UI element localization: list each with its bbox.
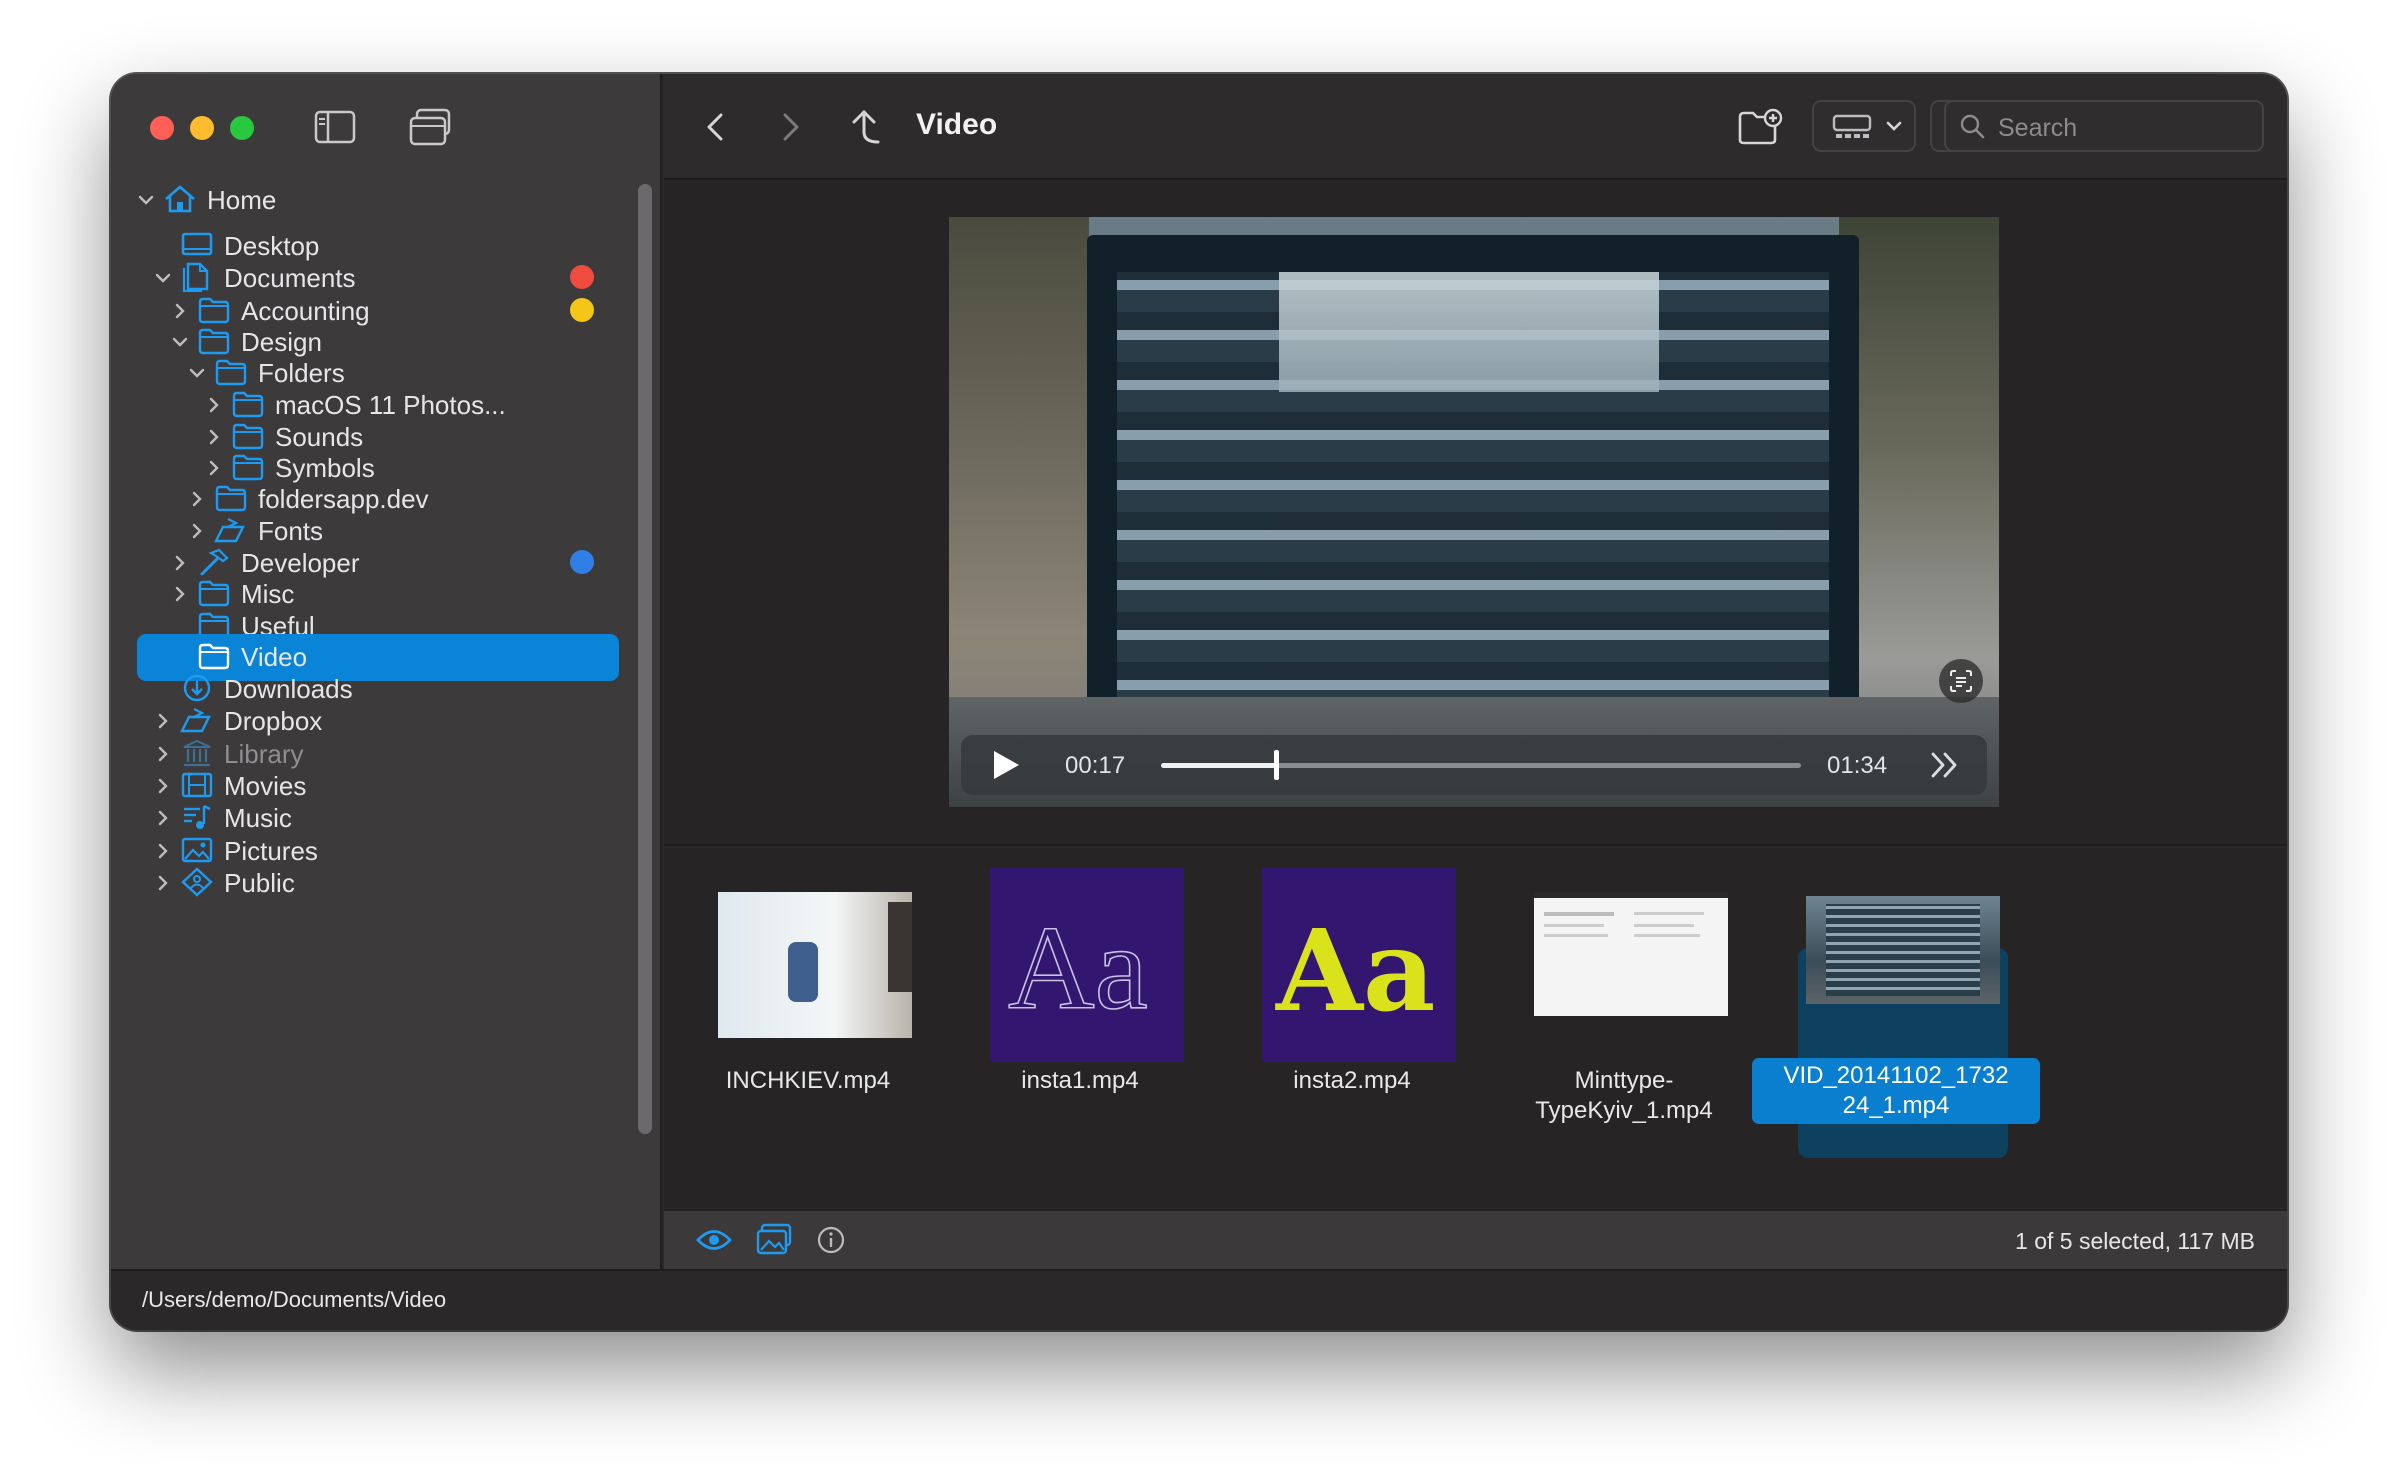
sidebar-item-label: Public <box>224 868 295 898</box>
chevron-right-icon[interactable] <box>154 712 172 730</box>
file-name: insta1.mp4 <box>1021 1067 1139 1094</box>
gallery-view-icon <box>1832 114 1872 138</box>
svg-text:Aa: Aa <box>1008 901 1148 1034</box>
file-name: Minttype- TypeKyiv_1.mp4 <box>1535 1067 1713 1124</box>
path-bar[interactable]: /Users/demo/Documents/Video <box>111 1269 2287 1330</box>
fast-forward-icon[interactable] <box>1929 751 1961 779</box>
video-preview[interactable]: 00:17 01:34 <box>949 217 1999 807</box>
zoom-button[interactable] <box>230 116 254 140</box>
chevron-right-icon[interactable] <box>154 874 172 892</box>
sidebar: Home Desktop Documents Accounting Design Fold… <box>111 74 662 1269</box>
sidebar-item-home[interactable]: Home <box>111 175 641 224</box>
sidebar-item-public[interactable]: Public <box>111 858 641 907</box>
live-text-icon <box>1950 670 1972 692</box>
gallery-preview-icon[interactable] <box>756 1223 792 1255</box>
window-controls <box>150 116 254 140</box>
chevron-right-icon[interactable] <box>154 809 172 827</box>
forward-icon[interactable] <box>778 112 802 142</box>
chevron-down-icon[interactable] <box>154 269 172 287</box>
sidebar-toggle-icon[interactable] <box>314 110 356 144</box>
file-name: VID_20141102_1732 24_1.mp4 <box>1752 1058 2040 1124</box>
minimize-button[interactable] <box>190 116 214 140</box>
sidebar-item-label: Home <box>207 185 277 215</box>
house-icon <box>165 185 195 213</box>
file-thumbnail: Aa <box>990 868 1184 1062</box>
duration: 01:34 <box>1827 752 1888 779</box>
quick-look-eye-icon[interactable] <box>696 1227 732 1253</box>
chevron-down-icon[interactable] <box>137 191 155 209</box>
font-glyph-solid: Aa <box>1275 906 1435 1037</box>
sidebar-scrollbar[interactable] <box>638 184 652 1134</box>
preview-pane: 00:17 01:34 <box>664 182 2287 846</box>
selection-status: 1 of 5 selected, 117 MB <box>2015 1228 2255 1254</box>
playback-controls: 00:17 01:34 <box>961 735 1987 795</box>
svg-text:Aa: Aa <box>1275 906 1435 1037</box>
view-mode-button[interactable] <box>1812 100 1916 152</box>
play-icon[interactable] <box>991 749 1021 781</box>
up-icon[interactable] <box>850 108 884 146</box>
scrubber-progress <box>1161 763 1277 768</box>
path-text: /Users/demo/Documents/Video <box>142 1287 447 1312</box>
close-button[interactable] <box>150 116 174 140</box>
file-name: INCHKIEV.mp4 <box>725 1067 891 1094</box>
back-icon[interactable] <box>704 112 728 142</box>
font-glyph-outline: Aa <box>1007 900 1149 1035</box>
current-time: 00:17 <box>1065 752 1126 779</box>
search-icon <box>1960 114 1985 139</box>
file-thumbnail <box>1806 896 2000 1004</box>
public-icon <box>181 867 213 897</box>
info-icon[interactable] <box>816 1225 846 1255</box>
file-name: insta2.mp4 <box>1293 1067 1411 1094</box>
search-field[interactable]: Search <box>1944 100 2264 152</box>
file-thumbnail: Aa <box>1262 868 1456 1062</box>
file-strip: INCHKIEV.mp4 Aa insta1.mp4 Aa insta2.mp4 <box>664 848 2287 1208</box>
tabs-overview-icon[interactable] <box>409 108 453 146</box>
finder-window: Home Desktop Documents Accounting Design Fold… <box>111 74 2287 1330</box>
new-folder-icon[interactable] <box>1737 108 1783 146</box>
scrubber-handle[interactable] <box>1274 750 1280 780</box>
status-bar: 1 of 5 selected, 117 MB <box>664 1209 2287 1269</box>
live-text-button[interactable] <box>1939 659 1983 703</box>
chevron-down-icon <box>1886 121 1902 131</box>
folder-title: Video <box>916 108 998 141</box>
toolbar: Video Search <box>664 74 2287 180</box>
video-frame-sky <box>1279 272 1659 392</box>
file-thumbnail <box>718 892 912 1038</box>
search-placeholder: Search <box>1998 114 2078 142</box>
scrubber-track[interactable] <box>1161 750 1801 780</box>
file-thumbnail <box>1534 892 1728 1016</box>
